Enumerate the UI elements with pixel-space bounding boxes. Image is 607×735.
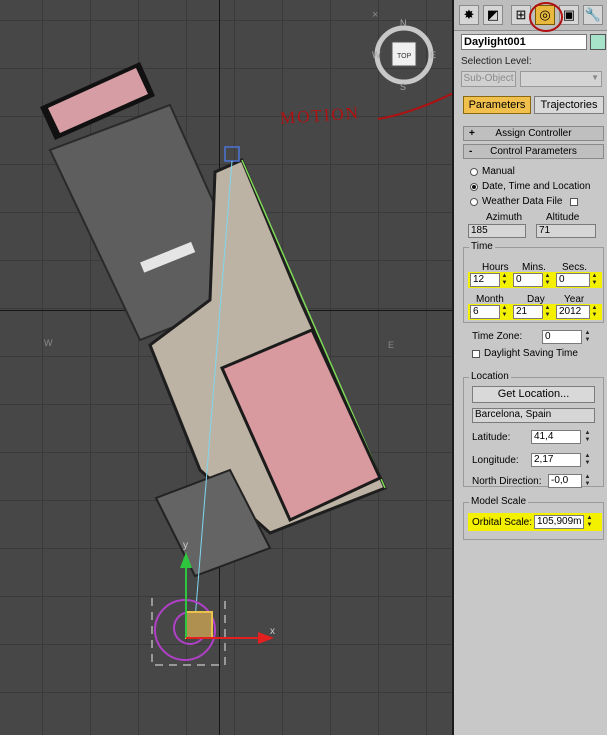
north-direction-field[interactable]: -0,0 <box>548 474 582 488</box>
command-panel-tabs: ✸ ◩ ⊞ ◎ ▣ 🔧 <box>454 0 607 32</box>
longitude-field[interactable]: 2,17 <box>531 453 581 467</box>
viewcube[interactable]: TOP N S W E <box>372 18 436 92</box>
parameters-button[interactable]: Parameters <box>463 96 531 114</box>
altitude-label: Altitude <box>546 212 580 223</box>
compass-east: E <box>430 50 436 60</box>
scene-canvas: y x TOP N S W E <box>40 18 452 666</box>
compass-south: S <box>400 82 406 92</box>
trajectories-button[interactable]: Trajectories <box>534 96 604 114</box>
utilities-icon[interactable]: 🔧 <box>583 5 603 25</box>
location-name-field: Barcelona, Spain <box>472 408 595 423</box>
annotation-arrow <box>377 92 452 120</box>
gizmo-y-label: y <box>183 540 188 551</box>
daylight-saving-checkbox[interactable]: Daylight Saving Time <box>472 348 578 359</box>
sub-object-button[interactable]: Sub-Object <box>461 71 516 87</box>
secs-spinner[interactable]: ▲ ▼ <box>591 273 598 287</box>
hours-field[interactable]: 12 <box>470 273 500 287</box>
location-group-title: Location <box>469 371 511 382</box>
compass-ring-east: E <box>388 340 395 350</box>
rollout-expand-sign: + <box>469 128 475 139</box>
month-spinner[interactable]: ▲ ▼ <box>501 305 508 319</box>
time-zone-spinner[interactable]: ▲ ▼ <box>584 330 591 344</box>
longitude-spinner[interactable]: ▲ ▼ <box>584 453 591 467</box>
selection-level-label: Selection Level: <box>461 56 532 67</box>
day-field[interactable]: 21 <box>513 305 543 319</box>
date-time-location-label: Date, Time and Location <box>482 181 591 192</box>
month-field[interactable]: 6 <box>470 305 500 319</box>
modify-icon[interactable]: ◩ <box>483 5 503 25</box>
latitude-label: Latitude: <box>472 432 511 443</box>
object-name-field[interactable]: Daylight001 <box>461 34 587 50</box>
compass-ring-west: W <box>44 338 53 348</box>
weather-data-file-radio[interactable]: Weather Data File <box>470 196 579 207</box>
time-zone-label: Time Zone: <box>472 331 523 342</box>
secs-field[interactable]: 0 <box>556 273 590 287</box>
day-spinner[interactable]: ▲ ▼ <box>544 305 551 319</box>
compass-north: N <box>400 18 407 28</box>
control-parameters-rollout[interactable]: - Control Parameters <box>463 144 604 159</box>
sub-object-dropdown[interactable]: ▼ <box>520 71 602 87</box>
north-direction-spinner[interactable]: ▲ ▼ <box>584 474 591 488</box>
hours-spinner[interactable]: ▲ ▼ <box>501 273 508 287</box>
year-field[interactable]: 2012 <box>556 305 590 319</box>
date-time-location-radio[interactable]: Date, Time and Location <box>470 181 590 192</box>
orbital-scale-label: Orbital Scale: <box>472 517 533 528</box>
create-icon[interactable]: ✸ <box>459 5 479 25</box>
weather-file-browse-button[interactable] <box>570 197 579 206</box>
latitude-spinner[interactable]: ▲ ▼ <box>584 430 591 444</box>
latitude-field[interactable]: 41,4 <box>531 430 581 444</box>
longitude-label: Longitude: <box>472 455 519 466</box>
control-parameters-title: Control Parameters <box>490 146 577 157</box>
get-location-button[interactable]: Get Location... <box>472 386 595 403</box>
screen: y x TOP N S W E × W E MOTION ✸ ◩ ⊞ ◎ ▣ 🔧… <box>0 0 607 735</box>
gizmo-x-label: x <box>270 626 275 637</box>
orbital-scale-field[interactable]: 105,909m <box>534 515 584 529</box>
viewport-close-icon[interactable]: × <box>372 9 378 21</box>
command-panel: ✸ ◩ ⊞ ◎ ▣ 🔧 Daylight001 Selection Level:… <box>452 0 607 735</box>
assign-controller-rollout[interactable]: + Assign Controller <box>463 126 604 141</box>
north-direction-label: North Direction: <box>472 476 542 487</box>
compass-west: W <box>372 50 381 60</box>
altitude-field: 71 <box>536 224 596 238</box>
chevron-down-icon: ▼ <box>591 73 599 82</box>
orbital-scale-spinner[interactable]: ▲ ▼ <box>586 515 593 529</box>
top-viewport[interactable]: y x TOP N S W E × W E MOTION <box>0 0 452 735</box>
azimuth-label: Azimuth <box>486 212 523 223</box>
time-zone-field[interactable]: 0 <box>542 330 582 344</box>
weather-data-file-label: Weather Data File <box>482 196 563 207</box>
mins-field[interactable]: 0 <box>513 273 543 287</box>
annotation-circle <box>529 2 563 32</box>
assign-controller-title: Assign Controller <box>495 128 572 139</box>
viewcube-face-label: TOP <box>397 53 412 60</box>
mins-spinner[interactable]: ▲ ▼ <box>544 273 551 287</box>
daylight-saving-label: Daylight Saving Time <box>484 348 578 359</box>
model-scale-group-title: Model Scale <box>469 496 529 507</box>
sun-target-box <box>224 146 240 162</box>
azimuth-field: 185 <box>468 224 526 238</box>
manual-label: Manual <box>482 166 515 177</box>
object-color-swatch[interactable] <box>590 34 606 50</box>
time-group-title: Time <box>469 241 495 252</box>
manual-radio[interactable]: Manual <box>470 166 515 177</box>
rollout-collapse-sign: - <box>469 146 473 157</box>
year-spinner[interactable]: ▲ ▼ <box>591 305 598 319</box>
